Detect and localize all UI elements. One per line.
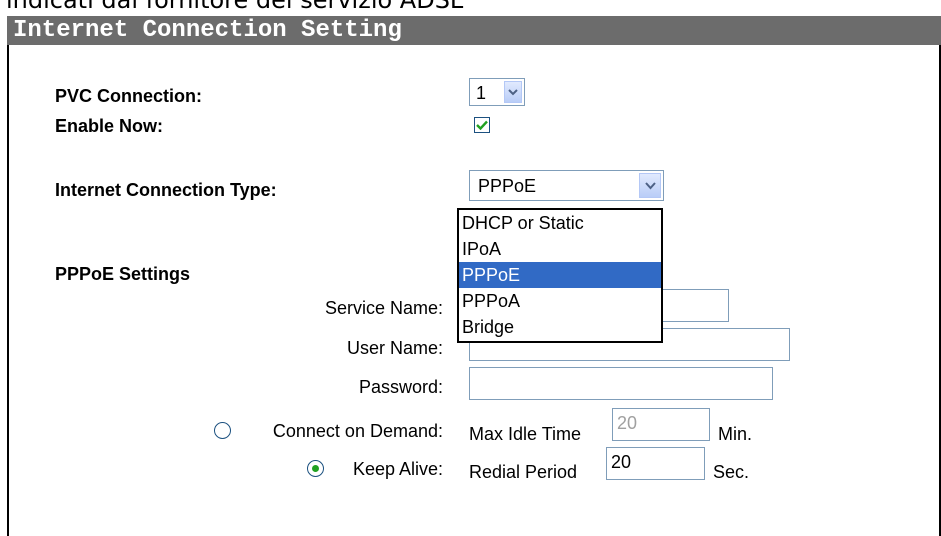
max-idle-time-input[interactable]: 20 (612, 408, 710, 441)
user-name-label: User Name: (346, 338, 443, 358)
option-ipoa[interactable]: IPoA (459, 236, 661, 262)
connection-type-options[interactable]: DHCP or Static IPoA PPPoE PPPoA Bridge (457, 208, 663, 343)
chevron-down-icon[interactable] (639, 173, 661, 198)
chevron-down-icon[interactable] (504, 81, 522, 103)
max-idle-time-label: Max Idle Time (469, 424, 582, 444)
enable-now-label: Enable Now: (55, 116, 164, 136)
pvc-connection-value: 1 (476, 83, 487, 103)
page-caption: indicati dal fornitore del servizio ADSL (6, 0, 464, 14)
section-title: Internet Connection Setting (7, 16, 941, 45)
option-pppoe[interactable]: PPPoE (459, 262, 661, 288)
option-pppoa[interactable]: PPPoA (459, 288, 661, 314)
max-idle-time-unit: Min. (718, 424, 753, 444)
password-label: Password: (358, 377, 443, 397)
pvc-connection-label: PVC Connection: (55, 86, 202, 106)
pppoe-settings-heading: PPPoE Settings (55, 264, 191, 284)
connection-type-label: Internet Connection Type: (55, 180, 277, 200)
radio-selected-dot (312, 465, 319, 472)
connection-type-value: PPPoE (478, 176, 537, 196)
service-name-label: Service Name: (324, 298, 443, 318)
redial-period-input[interactable]: 20 (606, 447, 705, 480)
check-icon (476, 120, 488, 130)
option-bridge[interactable]: Bridge (459, 314, 661, 340)
redial-period-unit: Sec. (713, 462, 750, 482)
connect-on-demand-label: Connect on Demand: (272, 421, 443, 441)
option-dhcp-or-static[interactable]: DHCP or Static (459, 210, 661, 236)
keep-alive-label: Keep Alive: (352, 459, 443, 479)
keep-alive-radio[interactable] (307, 460, 324, 477)
enable-now-checkbox[interactable] (474, 117, 490, 133)
pvc-connection-select[interactable]: 1 (469, 78, 525, 106)
password-input[interactable] (469, 367, 773, 400)
connect-on-demand-radio[interactable] (214, 422, 231, 439)
redial-period-label: Redial Period (469, 462, 578, 482)
connection-type-select[interactable]: PPPoE (469, 170, 664, 201)
